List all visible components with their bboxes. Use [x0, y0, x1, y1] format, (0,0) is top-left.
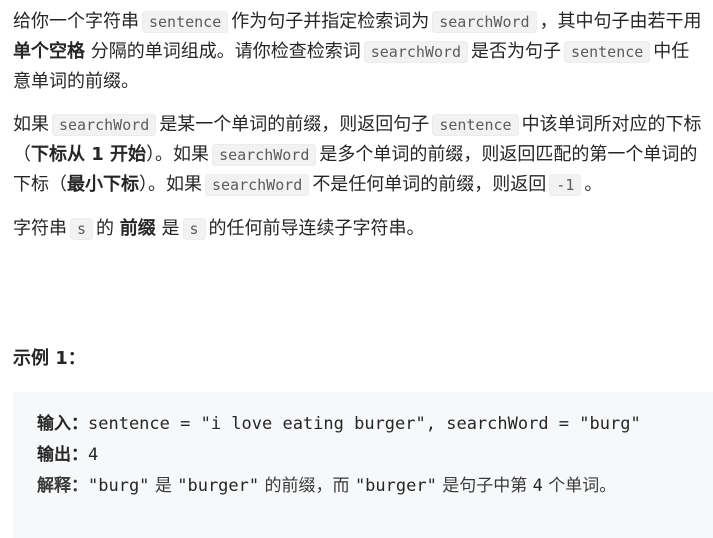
example-output-value: 4 [88, 445, 99, 465]
text: 不是任何单词的前缀，则返回 [312, 174, 547, 195]
text: 给你一个字符串 [13, 11, 139, 32]
bold-text: 前缀 [119, 218, 156, 239]
description-paragraph-3: 字符串 s 的 前缀 是 s 的任何前导连续子字符串。 [13, 214, 705, 244]
example-explanation-line: 解释："burg" 是 "burger" 的前缀，而 "burger" 是句子中… [37, 471, 689, 502]
explain-code: "burger" [354, 476, 437, 496]
text: 是 [161, 218, 180, 239]
example-explain-label: 解释： [37, 476, 88, 496]
bold-text: 最小下标 [67, 174, 139, 195]
explain-text: 是 [149, 476, 178, 496]
explain-code: 4 [532, 476, 543, 496]
example-code-block: 输入：sentence = "i love eating burger", se… [13, 392, 713, 538]
text: ）。如果 [139, 174, 202, 195]
text: 如果 [13, 114, 49, 135]
explain-code: "burger" [177, 476, 260, 496]
explain-text: 的前缀，而 [259, 476, 355, 496]
text: 作为句子并指定检索词为 [231, 11, 430, 32]
text: ）。如果 [146, 144, 210, 165]
text: 的任何前导连续子字符串。 [208, 218, 425, 239]
inline-code: sentence [564, 41, 651, 63]
description-paragraph-2: 如果 searchWord 是某一个单词的前缀，则返回句子 sentence 中该单词所… [13, 110, 705, 200]
text: ，其中句子由若干用 [539, 11, 702, 32]
explain-code: "burg" [88, 476, 150, 496]
text: 是否为句子 [471, 41, 562, 62]
example-output-line: 输出：4 [37, 440, 689, 471]
text: 的 [96, 218, 115, 239]
text: 是某一个单词的前缀，则返回句子 [159, 114, 430, 135]
example-input-line: 输入：sentence = "i love eating burger", se… [37, 409, 689, 440]
explain-text: 是句子中第 [436, 476, 533, 496]
inline-code: searchWord [363, 41, 469, 63]
inline-code: sentence [142, 11, 229, 33]
inline-code: searchWord [432, 11, 537, 33]
inline-code: searchWord [212, 144, 317, 166]
explain-text: 个单词。 [542, 476, 617, 496]
example-input-label: 输入： [37, 414, 88, 434]
text: 字符串 [13, 218, 67, 239]
problem-description: 给你一个字符串 sentence 作为句子并指定检索词为 searchWord ，其中句… [13, 7, 705, 258]
inline-code: s [70, 218, 94, 240]
inline-code: sentence [432, 114, 519, 136]
inline-code: searchWord [205, 174, 310, 196]
inline-code: s [182, 218, 206, 240]
text: 分隔的单词组成。请你检查检索词 [90, 41, 361, 62]
bold-text: 下标从 1 开始 [31, 144, 147, 165]
inline-code: -1 [549, 174, 582, 196]
bold-text: 单个空格 [13, 41, 85, 62]
inline-code: searchWord [52, 114, 157, 136]
example-title: 示例 1： [13, 348, 86, 369]
description-paragraph-1: 给你一个字符串 sentence 作为句子并指定检索词为 searchWord ，其中句… [13, 7, 705, 96]
text: 。 [584, 174, 603, 195]
example-output-label: 输出： [37, 445, 88, 465]
example-input-value: sentence = "i love eating burger", searc… [88, 414, 641, 434]
